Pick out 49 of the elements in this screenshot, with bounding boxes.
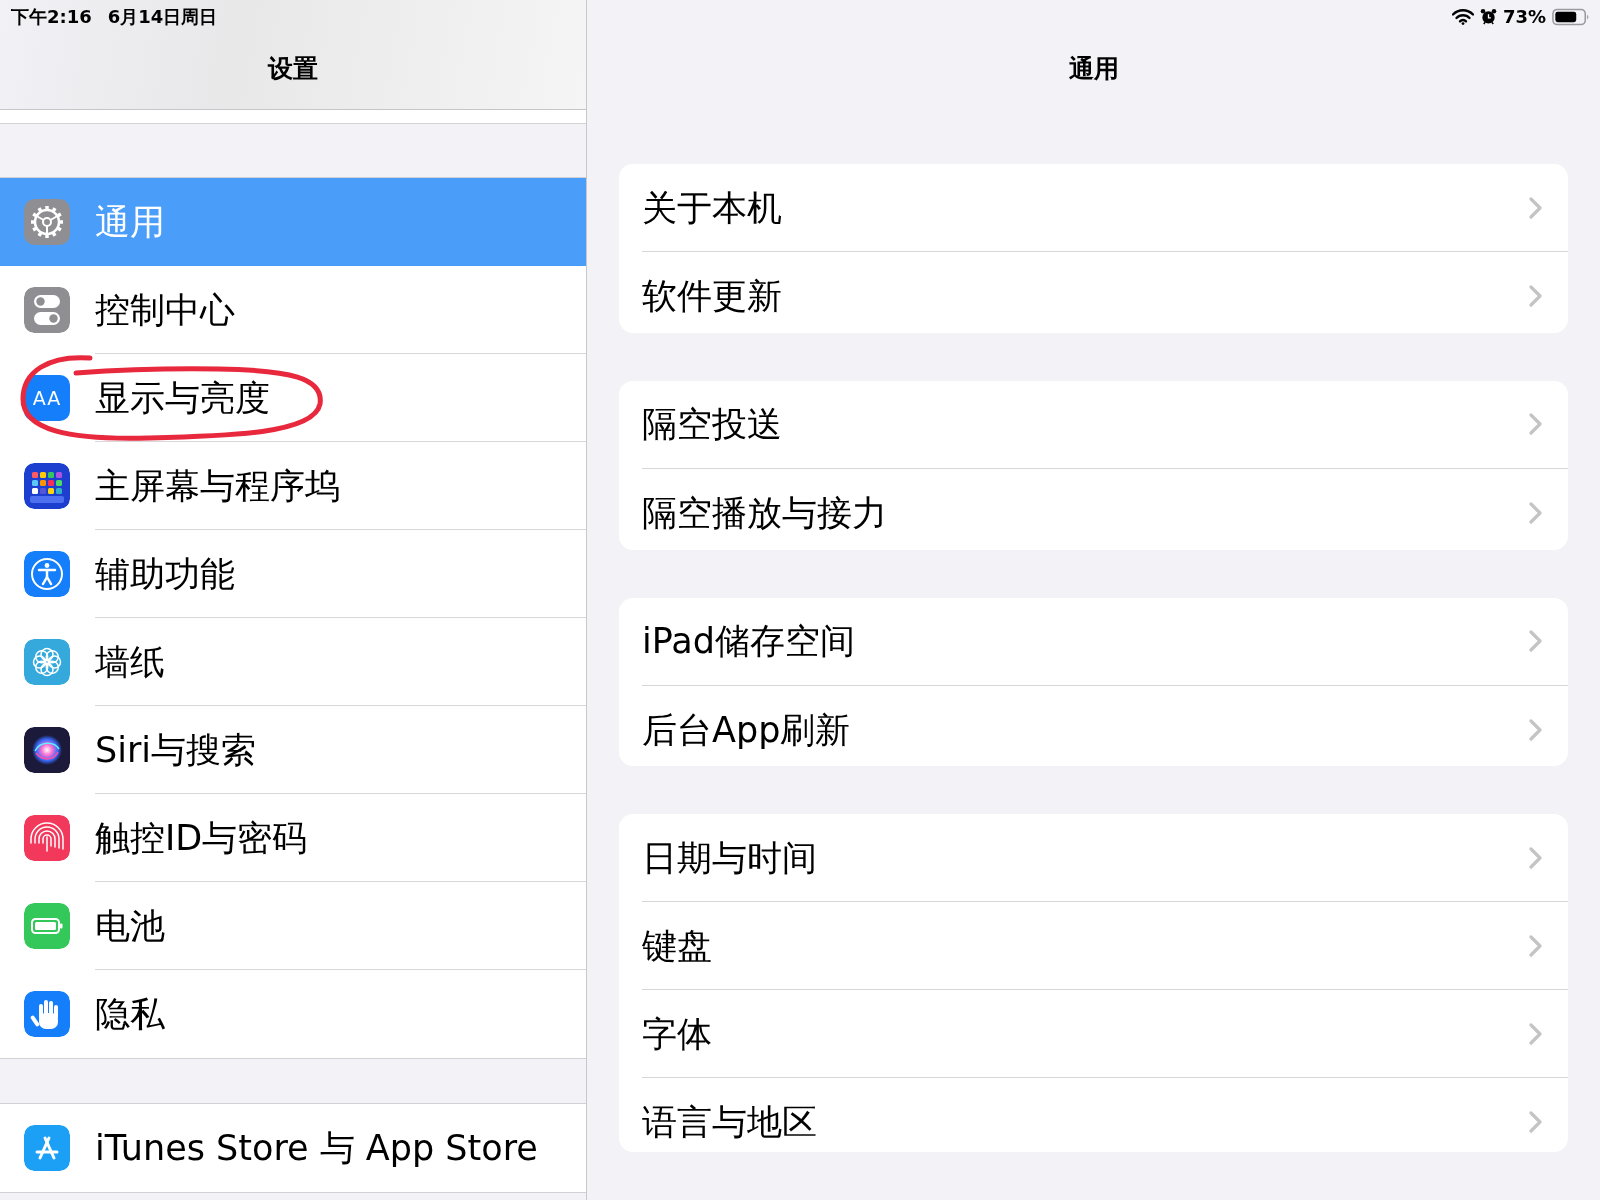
chevron-icon: [1529, 1022, 1542, 1045]
sidebar-item[interactable]: 电池: [0, 882, 586, 970]
app-store-icon: [24, 1125, 70, 1171]
flower-icon: [24, 639, 70, 685]
sidebar-title: 设置: [266, 53, 319, 85]
chevron-icon: [1529, 501, 1542, 524]
chevron-icon: [1529, 934, 1542, 957]
battery-icon: [24, 903, 70, 949]
battery-percentage: 73%: [1502, 5, 1546, 28]
sidebar-item[interactable]: 墙纸: [0, 618, 586, 706]
toggle-switches-icon: [24, 287, 70, 333]
settings-row[interactable]: 关于本机: [619, 164, 1568, 252]
chevron-icon: [1529, 1111, 1542, 1134]
app-grid-icon: [24, 463, 70, 509]
chevron-icon: [1529, 285, 1542, 307]
chevron-icon: [1529, 413, 1542, 436]
hand-icon: [24, 991, 70, 1037]
settings-row[interactable]: 语言与地区: [619, 1078, 1568, 1152]
sidebar-item[interactable]: 辅助功能: [0, 530, 586, 618]
accessibility-icon: [24, 551, 70, 597]
battery-icon: [1552, 7, 1590, 26]
settings-row[interactable]: 键盘: [619, 902, 1568, 991]
settings-row[interactable]: 隔空投送: [619, 380, 1568, 469]
sidebar-item[interactable]: 触控ID与密码: [0, 794, 586, 882]
text-size-icon: AA: [24, 375, 70, 421]
chevron-icon: [1529, 846, 1542, 869]
chevron-icon: [1529, 630, 1542, 653]
chevron-icon: [1529, 196, 1542, 219]
sidebar-item[interactable]: 隐私: [0, 970, 586, 1058]
chevron-icon: [1529, 718, 1542, 741]
alarm-clock-icon: [1479, 8, 1497, 25]
settings-row[interactable]: 软件更新: [619, 252, 1568, 333]
settings-row[interactable]: 后台App刷新: [619, 685, 1568, 767]
sidebar-item[interactable]: AA 显示与亮度: [0, 354, 586, 442]
gear-icon: [24, 199, 70, 245]
sidebar-item[interactable]: iTunes Store 与 App Store: [0, 1104, 586, 1192]
settings-row[interactable]: iPad储存空间: [619, 597, 1568, 686]
sidebar-item[interactable]: Siri与搜索: [0, 706, 586, 794]
settings-row[interactable]: 日期与时间: [619, 814, 1568, 903]
wifi-icon: [1451, 8, 1474, 25]
siri-orb-icon: [24, 727, 70, 773]
page-title: 通用: [1067, 53, 1120, 85]
sidebar-item[interactable]: 主屏幕与程序坞: [0, 442, 586, 530]
settings-row[interactable]: 字体: [619, 990, 1568, 1079]
status-date: 6月14日周日: [107, 5, 218, 28]
fingerprint-icon: [24, 815, 70, 861]
settings-row[interactable]: 隔空播放与接力: [619, 468, 1568, 550]
status-time: 下午2:16: [11, 5, 92, 28]
sidebar-item[interactable]: 控制中心: [0, 266, 586, 354]
